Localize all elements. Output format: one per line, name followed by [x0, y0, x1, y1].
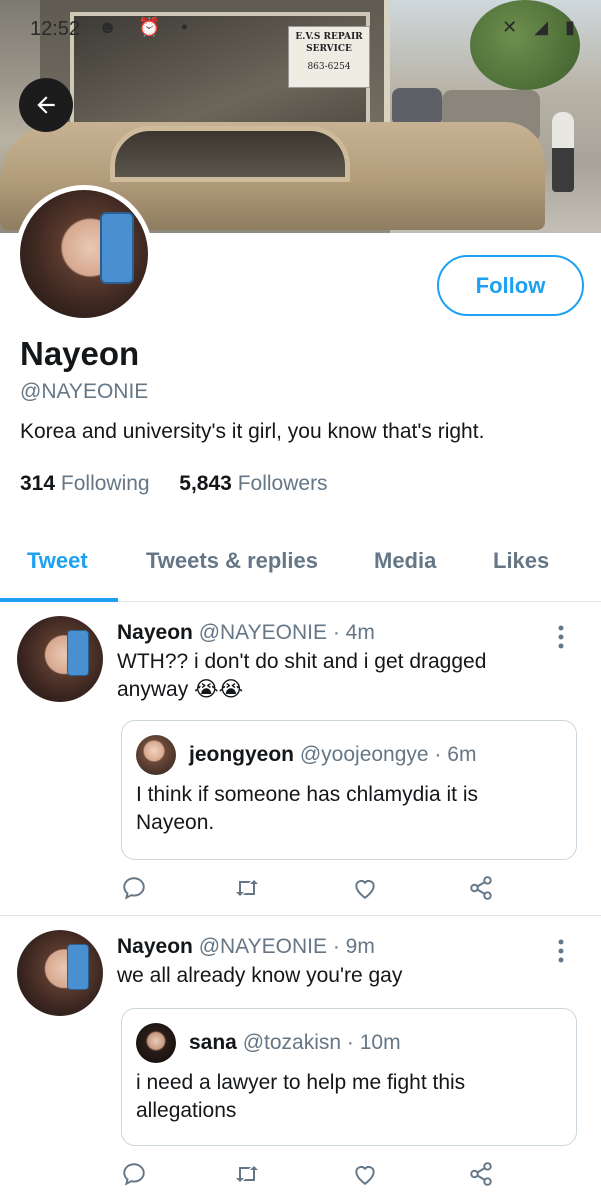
tweet-actions: [117, 1159, 517, 1189]
profile-avatar[interactable]: [15, 185, 153, 323]
status-time: 12:52: [30, 18, 81, 40]
status-left-icons: ☻ ⏰ •: [98, 17, 196, 37]
more-vertical-icon[interactable]: [556, 939, 566, 963]
followers-label: Followers: [237, 472, 328, 495]
tab-tweets-replies[interactable]: Tweets & replies: [146, 548, 318, 574]
profile-tabs: Tweet Tweets & replies Media Likes: [0, 530, 601, 602]
tweet-avatar[interactable]: [17, 616, 103, 702]
share-icon[interactable]: [466, 1159, 496, 1189]
tweet-author-name: Nayeon: [117, 621, 193, 644]
tab-media[interactable]: Media: [374, 548, 436, 574]
quoted-meta: @tozakisn · 10m: [242, 1031, 401, 1054]
followers-link[interactable]: 5,843 Followers: [179, 472, 327, 495]
banner-car-roof: [110, 126, 350, 182]
profile-name: Nayeon: [20, 335, 140, 372]
profile-stats: 314 Following 5,843 Followers: [20, 472, 328, 496]
quoted-tweet[interactable]: jeongyeon @yoojeongye · 6m I think if so…: [121, 720, 577, 860]
banner-parked-car: [392, 88, 442, 126]
followers-count: 5,843: [179, 472, 232, 495]
more-vertical-icon[interactable]: [556, 625, 566, 649]
reply-icon[interactable]: [119, 1159, 149, 1189]
tweet-actions: [117, 873, 517, 903]
profile-handle: @NAYEONIE: [20, 380, 149, 403]
quoted-avatar: [136, 735, 176, 775]
tab-tweet[interactable]: Tweet: [27, 548, 88, 574]
quoted-avatar: [136, 1023, 176, 1063]
status-right-icons: ✕ ◢ ▮: [502, 17, 581, 37]
arrow-left-icon: [33, 92, 59, 118]
following-link[interactable]: 314 Following: [20, 472, 150, 495]
tweet-header: Nayeon @NAYEONIE · 4m: [117, 621, 375, 645]
banner-pedestrian: [552, 112, 574, 192]
quoted-header: sana @tozakisn · 10m: [189, 1031, 401, 1055]
tweet-meta: @NAYEONIE · 9m: [198, 935, 375, 958]
tweet-text: WTH?? i don't do shit and i get dragged …: [117, 650, 487, 701]
profile-bio: Korea and university's it girl, you know…: [20, 420, 485, 443]
tweet[interactable]: Nayeon @NAYEONIE · 9m we all already kno…: [0, 917, 601, 1200]
quoted-tweet[interactable]: sana @tozakisn · 10m i need a lawyer to …: [121, 1008, 577, 1146]
quoted-header: jeongyeon @yoojeongye · 6m: [189, 743, 476, 767]
following-count: 314: [20, 472, 56, 495]
heart-icon[interactable]: [350, 1159, 380, 1189]
retweet-icon[interactable]: [232, 1159, 262, 1189]
back-button[interactable]: [19, 78, 73, 132]
quoted-text: i need a lawyer to help me fight this al…: [136, 1071, 466, 1122]
tab-likes[interactable]: Likes: [493, 548, 549, 574]
quoted-author-name: jeongyeon: [189, 743, 295, 766]
share-icon[interactable]: [466, 873, 496, 903]
following-label: Following: [60, 472, 150, 495]
quoted-text: I think if someone has chlamydia it is N…: [136, 783, 478, 834]
heart-icon[interactable]: [350, 873, 380, 903]
avatar-phone-detail: [100, 212, 134, 284]
reply-icon[interactable]: [119, 873, 149, 903]
status-bar: 12:52 ☻ ⏰ • ✕ ◢ ▮: [0, 0, 601, 60]
tweet-meta: @NAYEONIE · 4m: [198, 621, 375, 644]
tweet-header: Nayeon @NAYEONIE · 9m: [117, 935, 375, 959]
tweet-text: we all already know you're gay: [117, 964, 403, 987]
tweet-author-name: Nayeon: [117, 935, 193, 958]
tweet[interactable]: Nayeon @NAYEONIE · 4m WTH?? i don't do s…: [0, 603, 601, 916]
retweet-icon[interactable]: [232, 873, 262, 903]
banner-sign-phone: 863-6254: [307, 62, 351, 72]
tweet-avatar[interactable]: [17, 930, 103, 1016]
active-tab-indicator: [0, 598, 118, 602]
quoted-author-name: sana: [189, 1031, 237, 1054]
follow-button[interactable]: Follow: [437, 255, 584, 316]
quoted-meta: @yoojeongye · 6m: [299, 743, 477, 766]
